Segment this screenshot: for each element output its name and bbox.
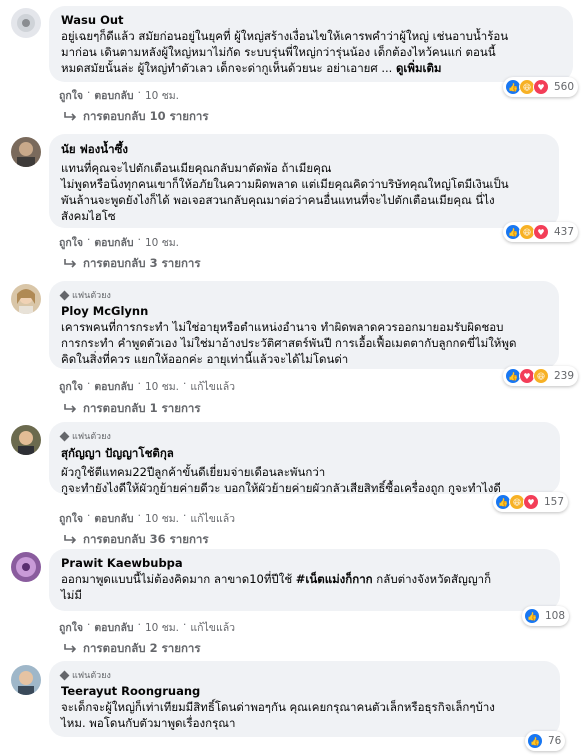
edited-label: แก้ไขแล้ว (190, 622, 236, 634)
reply-button[interactable]: ตอบกลับ (94, 619, 133, 636)
comment-actions: ถูกใจ · ตอบกลับ · 10 ชม. · แก้ไขแล้ว (59, 510, 236, 527)
timestamp[interactable]: 10 ชม. (145, 510, 179, 527)
edited-label: แก้ไขแล้ว (190, 513, 236, 525)
reaction-summary[interactable]: 👍 😆 ♥ 157 (493, 492, 569, 512)
top-fan-badge: แฟนตัวยง (59, 288, 547, 302)
like-reaction-icon: 👍 (524, 608, 540, 624)
avatar[interactable] (11, 8, 41, 38)
view-replies-link[interactable]: การตอบกลับ 10 รายการ (63, 108, 209, 126)
haha-reaction-icon: 😆 (533, 368, 549, 384)
diamond-icon (59, 670, 70, 680)
comment-bubble: นัย ฟองน้ำซึ้ง แทนที่คุณจะไปตักเตือนเมีย… (49, 134, 559, 228)
comment-actions: ถูกใจ · ตอบกลับ · 10 ชม. (59, 87, 180, 104)
timestamp[interactable]: 10 ชม. (145, 378, 179, 395)
diamond-icon (59, 290, 70, 300)
view-replies-link[interactable]: การตอบกลับ 3 รายการ (63, 255, 201, 273)
reply-arrow-icon (64, 112, 77, 121)
timestamp[interactable]: 10 ชม. (145, 87, 179, 104)
comment-bubble: Wasu Out อยู่เฉยๆก็ดีแล้ว สมัยก่อนอยู่ใน… (49, 6, 573, 82)
avatar[interactable] (11, 137, 41, 167)
reply-arrow-icon (64, 644, 77, 653)
reply-button[interactable]: ตอบกลับ (94, 234, 133, 251)
comment-actions: ถูกใจ · ตอบกลับ · 10 ชม. · แก้ไขแล้ว (59, 378, 236, 395)
reaction-summary[interactable]: 👍 76 (525, 731, 566, 751)
reaction-count: 157 (544, 496, 565, 508)
view-replies-link[interactable]: การตอบกลับ 36 รายการ (63, 531, 209, 549)
diamond-icon (59, 431, 70, 441)
view-replies-link[interactable]: การตอบกลับ 2 รายการ (63, 640, 201, 658)
comment-author[interactable]: Ploy McGlynn (61, 304, 547, 318)
comment-actions: ถูกใจ · ตอบกลับ · 10 ชม. · แก้ไขแล้ว (59, 619, 236, 636)
like-reaction-icon: 👍 (527, 733, 543, 749)
timestamp[interactable]: 10 ชม. (145, 234, 179, 251)
comment-author[interactable]: นัย ฟองน้ำซึ้ง (61, 141, 547, 159)
reaction-summary[interactable]: 👍 😆 ♥ 437 (503, 222, 579, 242)
comment-text: แทนที่คุณจะไปตักเตือนเมียคุณกลับมาตัดพ้อ… (61, 161, 509, 223)
like-button[interactable]: ถูกใจ (59, 234, 83, 251)
like-button[interactable]: ถูกใจ (59, 378, 83, 395)
like-button[interactable]: ถูกใจ (59, 510, 83, 527)
reply-arrow-icon (64, 404, 77, 413)
reaction-summary[interactable]: 👍 😆 ♥ 560 (503, 77, 579, 97)
comment-feed: Wasu Out อยู่เฉยๆก็ดีแล้ว สมัยก่อนอยู่ใน… (0, 0, 581, 755)
comment-author[interactable]: Wasu Out (61, 13, 561, 27)
comment-author[interactable]: Prawit Kaewbubpa (61, 556, 548, 570)
comment-text: เคารพคนที่การกระทำ ไม่ใช่อายุหรือตำแหน่ง… (61, 320, 517, 366)
love-reaction-icon: ♥ (533, 224, 549, 240)
reaction-count: 76 (548, 735, 562, 747)
reply-button[interactable]: ตอบกลับ (94, 87, 133, 104)
view-replies-link[interactable]: การตอบกลับ 1 รายการ (63, 400, 201, 418)
avatar[interactable] (11, 425, 41, 455)
reaction-summary[interactable]: 👍 108 (522, 606, 570, 626)
reaction-count: 437 (554, 226, 575, 238)
comment-bubble: แฟนตัวยง Teerayut Roongruang จะเด็กจะผู้… (49, 661, 560, 737)
comment-text: อยู่เฉยๆก็ดีแล้ว สมัยก่อนอยู่ในยุคที่ ผู… (61, 29, 509, 75)
avatar[interactable] (11, 665, 41, 695)
comment-text: จะเด็กจะผู้ใหญ่ก็เท่าเทียมมีสิทธิ์โดนด่า… (61, 700, 495, 730)
love-reaction-icon: ♥ (533, 79, 549, 95)
edited-label: แก้ไขแล้ว (190, 381, 236, 393)
comment-text: ออกมาพูดแบบนี้ไม่ต้องคิดมาก ลาขาด10ที่ปี… (61, 572, 492, 602)
reaction-count: 108 (545, 610, 566, 622)
comment-author[interactable]: สุกัญญา ปัญญาโชติกุล (61, 445, 548, 463)
avatar[interactable] (11, 284, 41, 314)
comment-author[interactable]: Teerayut Roongruang (61, 684, 548, 698)
see-more-link[interactable]: ดูเพิ่มเติม (396, 61, 442, 75)
like-button[interactable]: ถูกใจ (59, 87, 83, 104)
hashtag-link[interactable]: #เน็ตแม่งก็กาก (296, 572, 373, 586)
reply-arrow-icon (64, 259, 77, 268)
reply-button[interactable]: ตอบกลับ (94, 510, 133, 527)
reaction-count: 560 (554, 81, 575, 93)
like-button[interactable]: ถูกใจ (59, 619, 83, 636)
love-reaction-icon: ♥ (523, 494, 539, 510)
timestamp[interactable]: 10 ชม. (145, 619, 179, 636)
reply-button[interactable]: ตอบกลับ (94, 378, 133, 395)
comment-bubble: Prawit Kaewbubpa ออกมาพูดแบบนี้ไม่ต้องคิ… (49, 549, 560, 611)
reaction-count: 239 (554, 370, 575, 382)
comment-text: ผัวกูใช้ตีแทคม22ปีลูกค้าขั้นดีเยี่ยมจ่าย… (61, 465, 501, 495)
comment-bubble: แฟนตัวยง สุกัญญา ปัญญาโชติกุล ผัวกูใช้ตี… (49, 422, 560, 495)
comment-actions: ถูกใจ · ตอบกลับ · 10 ชม. (59, 234, 180, 251)
comment-bubble: แฟนตัวยง Ploy McGlynn เคารพคนที่การกระทำ… (49, 281, 559, 369)
reaction-summary[interactable]: 👍 ♥ 😆 239 (503, 366, 579, 386)
avatar[interactable] (11, 552, 41, 582)
top-fan-badge: แฟนตัวยง (59, 429, 548, 443)
top-fan-badge: แฟนตัวยง (59, 668, 548, 682)
reply-arrow-icon (64, 535, 77, 544)
